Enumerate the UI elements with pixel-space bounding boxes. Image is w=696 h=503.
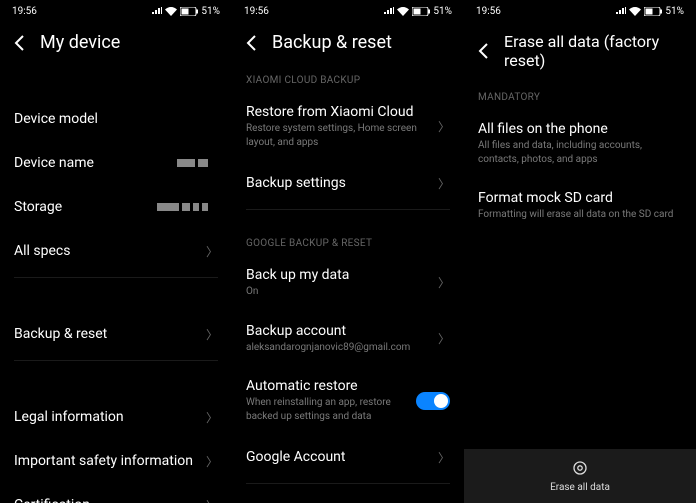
page-title: Erase all data (factory reset) xyxy=(504,32,682,70)
signal-icon xyxy=(152,7,162,15)
row-subtitle: aleksandarognjanovic89@gmail.com xyxy=(246,341,438,355)
row-backup-account[interactable]: Backup account aleksandarognjanovic89@gm… xyxy=(232,311,464,367)
row-format-sd: Format mock SD card Formatting will eras… xyxy=(464,178,696,234)
row-subtitle: All files and data, including accounts, … xyxy=(478,139,682,166)
row-title: Important safety information xyxy=(14,453,206,469)
row-device-model[interactable]: Device model xyxy=(0,97,232,141)
row-title: Storage xyxy=(14,199,157,215)
statusbar: 19:56 51% xyxy=(232,0,464,22)
row-title: Legal information xyxy=(14,409,206,425)
row-title: Google Account xyxy=(246,449,438,465)
header: Backup & reset xyxy=(232,22,464,67)
status-time: 19:56 xyxy=(476,6,501,17)
screen-backup-reset: 19:56 51% Backup & reset XIAOMI CLOUD BA… xyxy=(232,0,464,503)
obscured-value xyxy=(157,203,208,211)
divider xyxy=(246,483,450,484)
back-icon[interactable] xyxy=(246,35,256,51)
obscured-value xyxy=(177,159,208,167)
section-label: XIAOMI CLOUD BACKUP xyxy=(232,67,464,92)
row-restore-cloud[interactable]: Restore from Xiaomi Cloud Restore system… xyxy=(232,92,464,161)
chevron-right-icon: 〉 xyxy=(206,453,218,470)
row-title: Backup settings xyxy=(246,175,438,191)
row-title: Backup & reset xyxy=(14,326,206,342)
row-google-account[interactable]: Google Account 〉 xyxy=(232,435,464,479)
chevron-right-icon: 〉 xyxy=(438,118,450,135)
statusbar: 19:56 51% xyxy=(464,0,696,22)
row-title: Format mock SD card xyxy=(478,190,682,206)
row-all-files: All files on the phone All files and dat… xyxy=(464,109,696,178)
divider xyxy=(14,360,218,361)
status-time: 19:56 xyxy=(12,6,37,17)
row-title: All files on the phone xyxy=(478,121,682,137)
status-right: 51% xyxy=(152,6,220,17)
chevron-right-icon: 〉 xyxy=(206,326,218,343)
content: Device model Device name Storage All spe… xyxy=(0,67,232,503)
row-title: Back up my data xyxy=(246,267,438,283)
battery-icon xyxy=(180,7,198,16)
row-subtitle: On xyxy=(246,285,438,299)
row-title: Device model xyxy=(14,111,218,127)
row-subtitle: When reinstalling an app, restore backed… xyxy=(246,396,416,423)
page-title: My device xyxy=(40,32,218,53)
erase-all-data-button[interactable]: Erase all data xyxy=(464,449,696,503)
row-storage[interactable]: Storage xyxy=(0,185,232,229)
row-automatic-restore[interactable]: Automatic restore When reinstalling an a… xyxy=(232,366,464,435)
row-device-name[interactable]: Device name xyxy=(0,141,232,185)
status-battery: 51% xyxy=(201,6,220,17)
back-icon[interactable] xyxy=(14,35,24,51)
row-title: Automatic restore xyxy=(246,378,416,394)
section-label: MANDATORY xyxy=(464,84,696,109)
header: Erase all data (factory reset) xyxy=(464,22,696,84)
content: XIAOMI CLOUD BACKUP Restore from Xiaomi … xyxy=(232,67,464,503)
chevron-right-icon: 〉 xyxy=(206,243,218,260)
erase-button-label: Erase all data xyxy=(550,482,610,493)
row-title: All specs xyxy=(14,243,206,259)
screen-my-device: 19:56 51% My device Device model Device … xyxy=(0,0,232,503)
status-battery: 51% xyxy=(433,6,452,17)
row-legal[interactable]: Legal information 〉 xyxy=(0,395,232,439)
row-backup-settings[interactable]: Backup settings 〉 xyxy=(232,161,464,205)
wifi-icon xyxy=(165,7,177,16)
row-title: Certification xyxy=(14,497,206,503)
divider xyxy=(246,209,450,210)
screen-factory-reset: 19:56 51% Erase all data (factory reset)… xyxy=(464,0,696,503)
row-title: Restore from Xiaomi Cloud xyxy=(246,104,438,120)
row-safety-info[interactable]: Important safety information 〉 xyxy=(0,439,232,483)
section-label: GOOGLE BACKUP & RESET xyxy=(232,230,464,255)
row-certification[interactable]: Certification 〉 xyxy=(0,483,232,503)
status-time: 19:56 xyxy=(244,6,269,17)
content: MANDATORY All files on the phone All fil… xyxy=(464,84,696,503)
divider xyxy=(14,277,218,278)
statusbar: 19:56 51% xyxy=(0,0,232,22)
row-subtitle: Formatting will erase all data on the SD… xyxy=(478,208,682,222)
erase-icon xyxy=(573,460,587,479)
chevron-right-icon: 〉 xyxy=(206,497,218,503)
back-icon[interactable] xyxy=(478,43,488,59)
row-title: Device name xyxy=(14,155,177,171)
chevron-right-icon: 〉 xyxy=(438,449,450,466)
row-title: Backup account xyxy=(246,323,438,339)
wifi-icon xyxy=(397,7,409,16)
toggle-on[interactable] xyxy=(416,392,450,410)
row-backup-my-data[interactable]: Back up my data On 〉 xyxy=(232,255,464,311)
status-battery: 51% xyxy=(665,6,684,17)
row-backup-reset[interactable]: Backup & reset 〉 xyxy=(0,312,232,356)
chevron-right-icon: 〉 xyxy=(438,330,450,347)
status-right: 51% xyxy=(384,6,452,17)
row-all-specs[interactable]: All specs 〉 xyxy=(0,229,232,273)
wifi-icon xyxy=(629,7,641,16)
row-subtitle: Restore system settings, Home screen lay… xyxy=(246,122,438,149)
chevron-right-icon: 〉 xyxy=(206,409,218,426)
signal-icon xyxy=(616,7,626,15)
chevron-right-icon: 〉 xyxy=(438,274,450,291)
signal-icon xyxy=(384,7,394,15)
battery-icon xyxy=(644,7,662,16)
page-title: Backup & reset xyxy=(272,32,450,53)
chevron-right-icon: 〉 xyxy=(438,175,450,192)
status-right: 51% xyxy=(616,6,684,17)
header: My device xyxy=(0,22,232,67)
battery-icon xyxy=(412,7,430,16)
